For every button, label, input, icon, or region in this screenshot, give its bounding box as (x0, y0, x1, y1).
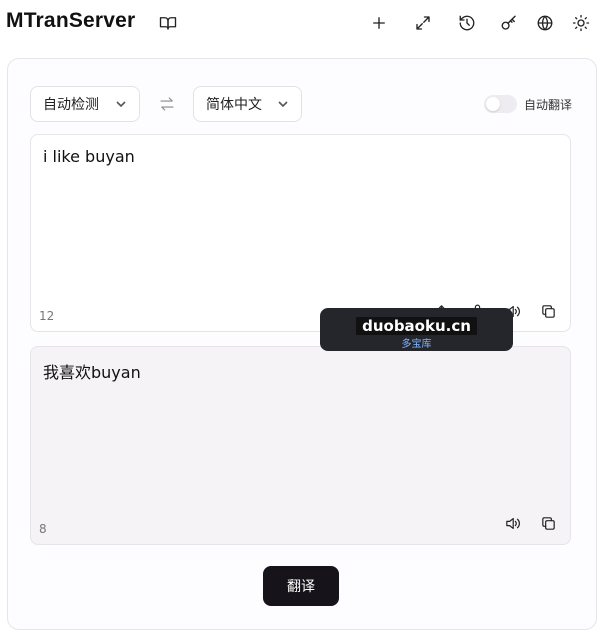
watermark-overlay: duobaoku.cn 多宝库 (320, 308, 513, 351)
app-title: MTranServer (6, 9, 136, 32)
copy-icon[interactable] (538, 301, 558, 321)
top-bar: MTranServer (0, 0, 600, 46)
history-icon[interactable] (456, 12, 478, 34)
globe-icon[interactable] (534, 12, 556, 34)
auto-translate-toggle[interactable] (484, 95, 517, 113)
watermark-label: 多宝库 (401, 339, 432, 350)
output-text-panel: 我喜欢buyan 8 (30, 346, 571, 545)
speaker-icon[interactable] (502, 513, 522, 533)
source-language-label: 自动检测 (43, 97, 99, 113)
output-char-count: 8 (39, 522, 47, 536)
output-text: 我喜欢buyan (43, 363, 141, 382)
swap-languages-icon[interactable] (158, 95, 176, 113)
source-language-select[interactable]: 自动检测 (30, 86, 140, 122)
toggle-knob (486, 97, 500, 111)
chevron-down-icon (277, 98, 289, 110)
translate-button[interactable]: 翻译 (263, 566, 339, 606)
sun-icon[interactable] (570, 12, 592, 34)
key-icon[interactable] (498, 12, 520, 34)
target-language-label: 简体中文 (206, 97, 262, 113)
book-icon[interactable] (157, 12, 179, 34)
chevron-down-icon (115, 98, 127, 110)
source-char-count: 12 (39, 309, 55, 323)
target-language-select[interactable]: 简体中文 (193, 86, 302, 122)
copy-icon[interactable] (538, 513, 558, 533)
source-text-panel[interactable]: i like buyan 12 (30, 134, 571, 332)
auto-translate-label: 自动翻译 (524, 98, 573, 112)
source-text[interactable]: i like buyan (43, 147, 135, 166)
watermark-domain: duobaoku.cn (356, 317, 477, 335)
expand-icon[interactable] (412, 12, 434, 34)
plus-icon[interactable] (368, 12, 390, 34)
